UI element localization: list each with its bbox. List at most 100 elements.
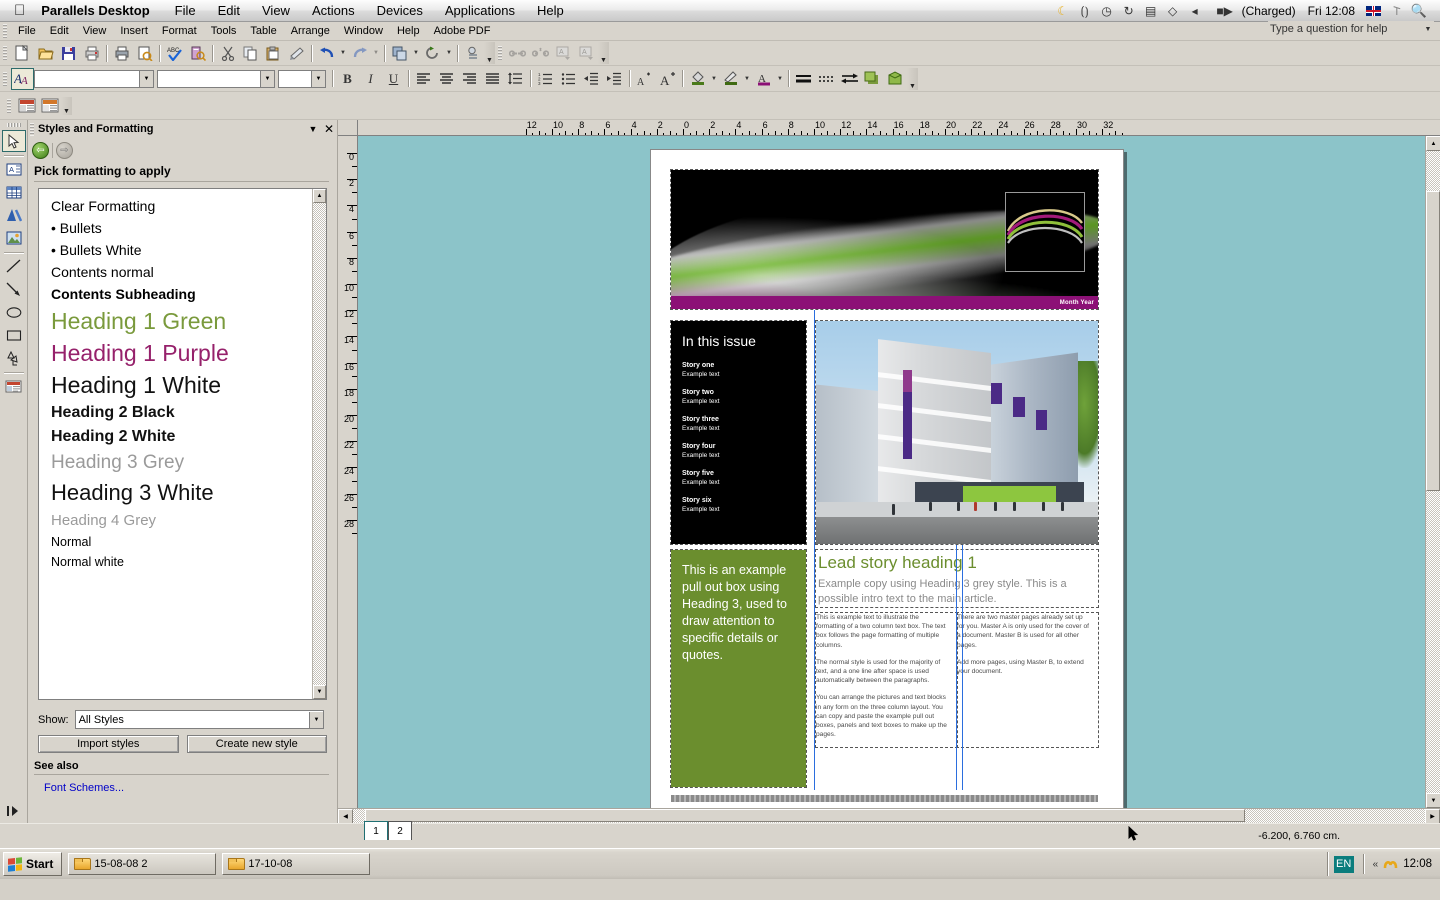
story-item[interactable]: Story six Example text xyxy=(682,496,795,514)
decrease-indent-icon[interactable] xyxy=(580,68,603,90)
spelling-icon[interactable]: ABC xyxy=(163,42,186,64)
mac-menu-applications[interactable]: Applications xyxy=(434,3,526,18)
lead-story-column-right[interactable]: There are two master pages already set u… xyxy=(956,611,1099,749)
chevron-down-icon[interactable]: ▼ xyxy=(311,70,325,87)
next-textbox-icon[interactable]: A xyxy=(575,42,598,64)
menu-file[interactable]: File xyxy=(11,24,43,38)
undo-icon[interactable] xyxy=(315,42,338,64)
menu-format[interactable]: Format xyxy=(155,24,204,38)
style-item-contents-subheading[interactable]: Contents Subheading xyxy=(47,283,304,305)
time-machine-icon[interactable]: ◷ xyxy=(1096,4,1118,18)
taskbar-item[interactable]: 17-10-08 xyxy=(222,853,371,875)
menu-adobe-pdf[interactable]: Adobe PDF xyxy=(427,24,498,38)
banner-graphic[interactable]: Month Year xyxy=(670,169,1099,310)
dash-style-icon[interactable] xyxy=(815,68,838,90)
network-icon[interactable] xyxy=(1383,857,1398,871)
story-item[interactable]: Story four Example text xyxy=(682,442,795,460)
line-color-dropdown-icon[interactable]: ▼ xyxy=(742,76,752,82)
bluetooth-icon[interactable]: 𐌕 xyxy=(1386,4,1408,18)
mac-menu-edit[interactable]: Edit xyxy=(207,3,251,18)
line-style-icon[interactable] xyxy=(792,68,815,90)
style-item-bullets[interactable]: • Bullets xyxy=(47,217,304,239)
create-new-style-button[interactable]: Create new style xyxy=(186,735,327,753)
scroll-right-icon[interactable]: ▶ xyxy=(1425,809,1440,824)
paste-icon[interactable] xyxy=(262,42,285,64)
page-tabs[interactable]: 1 2 xyxy=(364,821,412,840)
chevron-left-icon[interactable]: « xyxy=(1373,859,1379,870)
forward-arrow-icon[interactable]: ⇨ xyxy=(56,141,73,159)
menu-window[interactable]: Window xyxy=(337,24,390,38)
bold-button[interactable]: B xyxy=(336,68,359,90)
story-item[interactable]: Story two Example text xyxy=(682,388,795,406)
logo-arcs[interactable] xyxy=(1005,192,1085,272)
refresh-icon[interactable]: ↻ xyxy=(1118,4,1140,18)
link-chain-icon[interactable] xyxy=(506,42,529,64)
publication-page[interactable]: Month Year In this issue Story one Examp… xyxy=(650,149,1124,808)
menu-view[interactable]: View xyxy=(76,24,114,38)
back-arrow-icon[interactable]: ⇦ xyxy=(32,141,49,159)
objects-toolbar-grip[interactable] xyxy=(6,123,21,127)
decrease-font-icon[interactable]: A xyxy=(633,68,656,90)
hyperlink-icon[interactable] xyxy=(461,42,484,64)
scroll-track[interactable] xyxy=(313,203,326,685)
increase-indent-icon[interactable] xyxy=(603,68,626,90)
underline-button[interactable]: U xyxy=(382,68,405,90)
arrow-style-icon[interactable] xyxy=(838,68,861,90)
picture-frame-tool[interactable] xyxy=(2,227,26,249)
style-item-heading-2-black[interactable]: Heading 2 Black xyxy=(47,401,304,425)
align-right-icon[interactable] xyxy=(458,68,481,90)
lead-story-heading-box[interactable]: Lead story heading 1 Example copy using … xyxy=(815,549,1099,608)
font-combo[interactable]: ▼ xyxy=(157,69,275,88)
new-icon[interactable] xyxy=(11,42,34,64)
menu-edit[interactable]: Edit xyxy=(43,24,76,38)
rotate-icon[interactable] xyxy=(421,42,444,64)
month-year-strip[interactable]: Month Year xyxy=(671,296,1098,309)
line-spacing-icon[interactable] xyxy=(504,68,527,90)
color-schemes-icon[interactable] xyxy=(38,95,61,117)
show-combo[interactable]: All Styles ▼ xyxy=(74,710,324,729)
mac-clock[interactable]: Fri 12:08 xyxy=(1302,4,1361,18)
horizontal-scroll-track[interactable] xyxy=(353,809,1425,823)
sync-dots-icon[interactable]: ⟮⟯ xyxy=(1074,4,1096,19)
battery-icon[interactable]: ■▶ xyxy=(1214,4,1236,18)
menu-help[interactable]: Help xyxy=(390,24,427,38)
start-button[interactable]: Start xyxy=(3,852,63,876)
task-pane-grip[interactable] xyxy=(30,122,34,136)
scroll-left-icon[interactable]: ◀ xyxy=(338,809,353,824)
line-tool[interactable] xyxy=(2,255,26,277)
apartment-building-photo[interactable] xyxy=(815,320,1099,545)
horizontal-scrollbar[interactable]: ◀ ▶ xyxy=(338,808,1440,824)
toolbar-grip[interactable] xyxy=(3,46,7,60)
horizontal-ruler[interactable]: 12 10 8 6 4 2 0 2 4 6 8 10 12 14 16 18 20 22 24 26 28 30 32 xyxy=(358,120,1440,136)
expand-objects-toolbar[interactable] xyxy=(2,800,26,822)
moon-icon[interactable]: ☾ xyxy=(1052,4,1074,18)
apple-icon[interactable]:  xyxy=(14,3,25,18)
font-color-icon[interactable]: A xyxy=(752,68,775,90)
style-item-heading-3-white[interactable]: Heading 3 White xyxy=(47,477,304,509)
vertical-scroll-thumb[interactable] xyxy=(1426,191,1440,491)
font-color-dropdown-icon[interactable]: ▼ xyxy=(775,76,785,82)
style-item-heading-1-green[interactable]: Heading 1 Green xyxy=(47,305,304,337)
style-list-scrollbar[interactable]: ▲ ▼ xyxy=(312,189,326,699)
formatting-toolbar-grip[interactable] xyxy=(3,71,7,86)
lead-story-columns[interactable]: This is example text to illustrate the f… xyxy=(815,611,1099,749)
chevron-down-icon[interactable]: ▼ xyxy=(260,70,274,87)
rotate-dropdown-icon[interactable]: ▼ xyxy=(444,50,454,56)
scroll-up-icon[interactable]: ▲ xyxy=(313,189,326,203)
volume-icon[interactable]: ◂ xyxy=(1184,4,1206,18)
search-icon[interactable]: 🔍 xyxy=(1408,3,1430,19)
secondary-toolbar-overflow[interactable]: ▼ xyxy=(61,96,72,115)
page-tab-2[interactable]: 2 xyxy=(388,821,412,840)
save-icon[interactable] xyxy=(57,42,80,64)
style-item-normal-white[interactable]: Normal white xyxy=(47,552,304,572)
text-box-tool[interactable]: A xyxy=(2,158,26,180)
chevron-down-icon[interactable]: ▼ xyxy=(1422,26,1434,33)
select-objects-tool[interactable] xyxy=(1,130,26,152)
connect-toolbar-overflow[interactable]: ▼ xyxy=(598,42,609,64)
print-preview-small-icon[interactable] xyxy=(80,42,103,64)
numbered-list-icon[interactable]: 123 xyxy=(534,68,557,90)
menu-grip[interactable] xyxy=(3,24,7,38)
format-painter-icon[interactable] xyxy=(285,42,308,64)
tray-clock[interactable]: 12:08 xyxy=(1403,858,1432,870)
style-item-heading-3-grey[interactable]: Heading 3 Grey xyxy=(47,449,304,477)
